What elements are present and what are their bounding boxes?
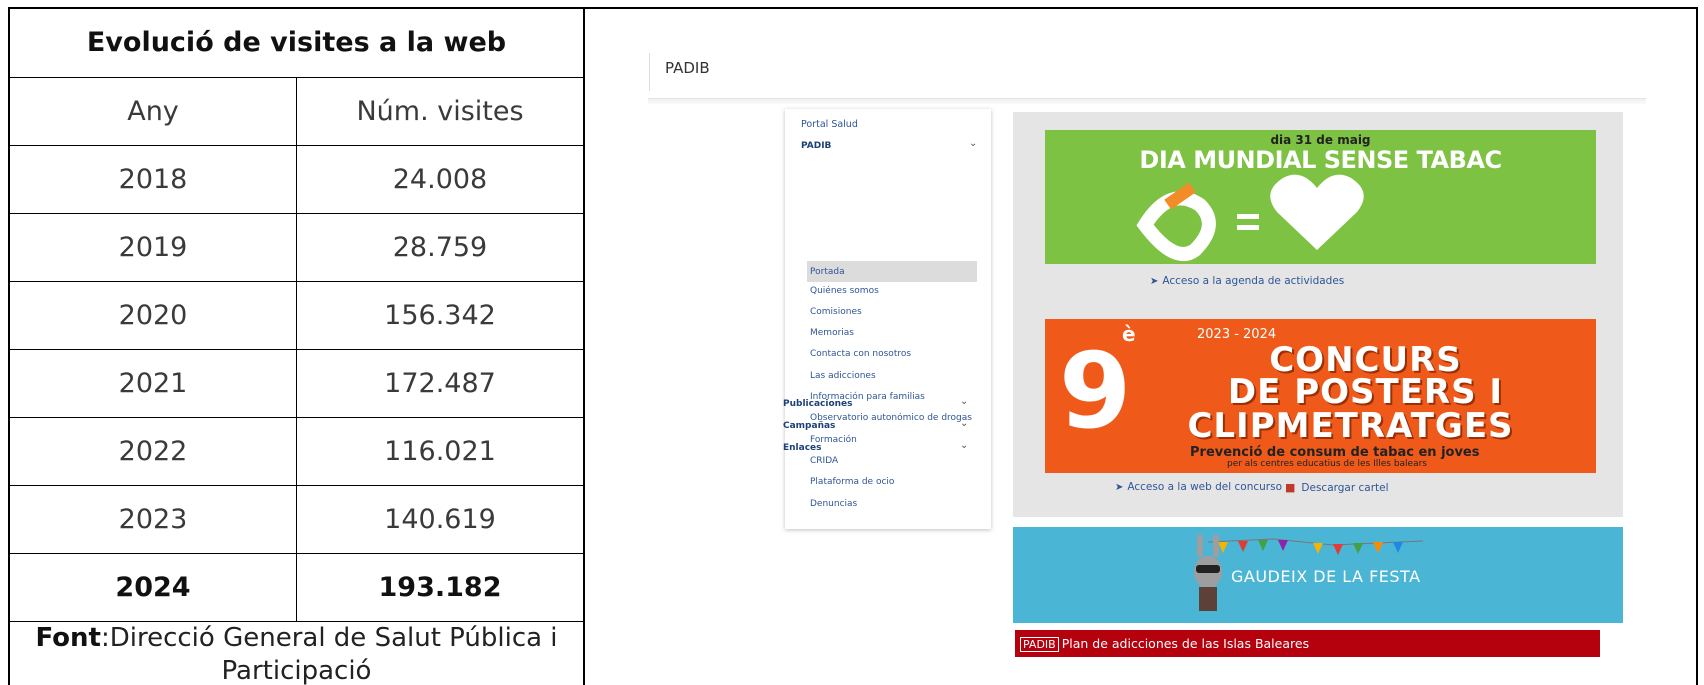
sidebar-section-enlaces[interactable]: Enlaces <box>783 442 822 454</box>
header-rule <box>648 98 1646 104</box>
sidebar-item-denuncias[interactable]: Denuncias <box>810 498 857 510</box>
visits-cell: 156.342 <box>296 280 583 350</box>
year-cell: 2023 <box>10 484 297 554</box>
table-row: 2021 172.487 <box>10 348 583 418</box>
banner-gaudeix[interactable]: GAUDEIX DE LA FESTA <box>1013 527 1623 623</box>
sidebar-section-campanas[interactable]: Campañas <box>783 420 835 432</box>
sidebar-section-padib[interactable]: PADIB <box>801 140 831 152</box>
sidebar-item-comisiones[interactable]: Comisiones <box>810 306 862 318</box>
sidebar-link-portal-salud[interactable]: Portal Salud <box>801 119 858 131</box>
banner-sense-tabac[interactable]: dia 31 de maig DIA MUNDIAL SENSE TABAC <box>1045 130 1596 264</box>
contest-line-2: DE POSTERS I <box>1227 372 1504 412</box>
sidebar-item-adicciones[interactable]: Las adicciones <box>810 370 876 382</box>
sidebar-menu: Portal Salud PADIB ⌄ Portada Quiénes som… <box>785 109 991 529</box>
table-row: 2019 28.759 <box>10 212 583 282</box>
pdf-icon: ■ <box>1285 481 1296 494</box>
chevron-down-icon[interactable]: ⌄ <box>960 440 968 451</box>
visits-cell: 193.182 <box>296 552 583 622</box>
page-header: PADIB <box>649 53 710 91</box>
table-row: 2020 156.342 <box>10 280 583 350</box>
table-row: 2022 116.021 <box>10 416 583 486</box>
year-cell: 2020 <box>10 280 297 350</box>
year-cell: 2024 <box>10 552 297 622</box>
year-cell: 2022 <box>10 416 297 486</box>
contest-subtitle-2: per als centres educatius de les Illes b… <box>1227 459 1427 469</box>
table-row: 2018 24.008 <box>10 144 583 214</box>
contest-years: 2023 - 2024 <box>1197 327 1277 342</box>
banner-concurs[interactable]: 9 è 2023 - 2024 CONCURS DE POSTERS I CLI… <box>1045 319 1596 473</box>
banner-festa-text: GAUDEIX DE LA FESTA <box>1231 567 1421 586</box>
table-row: 2024 193.182 <box>10 552 583 622</box>
sidebar-item-portada[interactable]: Portada <box>810 266 845 278</box>
link-agenda-label: Acceso a la agenda de actividades <box>1162 275 1345 287</box>
year-cell: 2018 <box>10 144 297 214</box>
external-link-icon: ➤ <box>1150 276 1159 287</box>
footer-text: Plan de adicciones de las Islas Baleares <box>1061 636 1310 651</box>
year-cell: 2021 <box>10 348 297 418</box>
source-text: :Direcció General de Salut Pública i Par… <box>100 623 558 685</box>
visits-cell: 172.487 <box>296 348 583 418</box>
website-screenshot: PADIB Portal Salud PADIB ⌄ Portada Quién… <box>585 9 1696 685</box>
table-title: Evolució de visites a la web <box>10 9 583 78</box>
source-note: Font:Direcció General de Salut Pública i… <box>10 620 583 685</box>
year-cell: 2019 <box>10 212 297 282</box>
external-link-icon: ➤ <box>1115 482 1124 493</box>
chevron-down-icon[interactable]: ⌄ <box>960 418 968 429</box>
chevron-down-icon[interactable]: ⌄ <box>960 396 968 407</box>
table-row: 2023 140.619 <box>10 484 583 554</box>
sidebar-item-plataforma-ocio[interactable]: Plataforma de ocio <box>810 476 894 488</box>
sidebar-item-quienes-somos[interactable]: Quiénes somos <box>810 285 879 297</box>
sidebar-item-memorias[interactable]: Memorias <box>810 327 854 339</box>
visits-cell: 28.759 <box>296 212 583 282</box>
sidebar-section-publicaciones[interactable]: Publicaciones <box>783 398 853 410</box>
visits-cell: 140.619 <box>296 484 583 554</box>
sidebar-item-crida[interactable]: CRIDA <box>810 455 838 467</box>
visits-cell: 24.008 <box>296 144 583 214</box>
padib-tag: PADIB <box>1020 637 1059 652</box>
link-descargar-label: Descargar cartel <box>1301 482 1389 494</box>
document-frame: Evolució de visites a la web Any Núm. vi… <box>8 7 1698 685</box>
link-descargar-cartel[interactable]: ■ Descargar cartel <box>1285 481 1389 494</box>
source-label: Font <box>35 623 101 654</box>
header-visits: Núm. visites <box>296 76 583 146</box>
link-concurso[interactable]: ➤ Acceso a la web del concurso <box>1115 481 1282 493</box>
heart-icon <box>1136 174 1364 261</box>
contest-line-3: CLIPMETRATGES <box>1187 406 1514 446</box>
link-agenda[interactable]: ➤ Acceso a la agenda de actividades <box>1150 275 1344 287</box>
contest-subtitle: Prevenció de consum de tabac en joves <box>1190 445 1480 460</box>
sidebar-item-contacta[interactable]: Contacta con nosotros <box>810 348 911 360</box>
chevron-down-icon[interactable]: ⌄ <box>969 138 977 149</box>
header-year: Any <box>10 76 297 146</box>
padib-footer-bar[interactable]: PADIB Plan de adicciones de las Islas Bal… <box>1015 630 1600 657</box>
link-concurso-label: Acceso a la web del concurso <box>1127 481 1283 493</box>
visits-table: Evolució de visites a la web Any Núm. vi… <box>10 9 583 685</box>
visits-cell: 116.021 <box>296 416 583 486</box>
